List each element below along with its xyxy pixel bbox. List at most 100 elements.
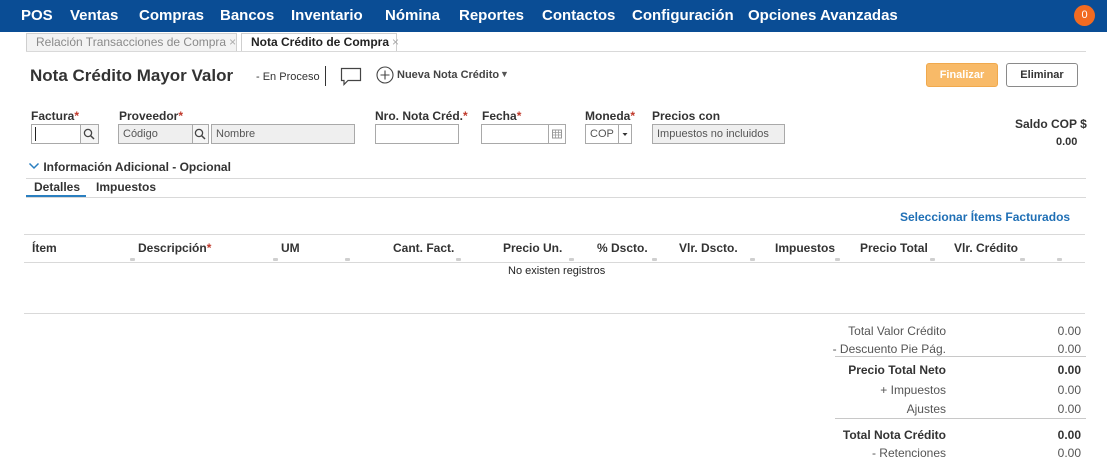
search-icon [83,128,95,140]
column-header-um[interactable]: UM [281,241,300,255]
column-resize-handle[interactable] [130,258,135,261]
proveedor-code-input[interactable]: Código [118,124,193,144]
precio-total-neto-label: Precio Total Neto [848,363,946,377]
retenciones-value: 0.00 [1057,446,1081,460]
comment-icon[interactable] [340,67,362,86]
column-header-vlr-credito[interactable]: Vlr. Crédito [954,241,1018,255]
status-text: - En Proceso [256,71,320,83]
top-nav: POS Ventas Compras Bancos Inventario Nóm… [0,0,1107,32]
divider [24,234,1085,235]
moneda-label: Moneda* [585,109,636,123]
empty-table-message: No existen registros [508,265,606,277]
retenciones-label: - Retenciones [871,446,946,460]
descuento-pie-value: 0.00 [1057,342,1081,356]
ajustes-value: 0.00 [1057,402,1081,416]
column-header-cant-fact[interactable]: Cant. Fact. [393,241,454,255]
precio-total-neto-value: 0.00 [1057,363,1081,377]
impuestos-total-value: 0.00 [1057,383,1081,397]
descuento-pie-label: - Descuento Pie Pág. [832,342,946,356]
nro-nota-input[interactable] [375,124,459,144]
column-resize-handle[interactable] [273,258,278,261]
proveedor-search-button[interactable] [192,124,209,144]
active-tab-indicator [26,195,86,197]
tab-label: Relación Transacciones de Compra [36,35,227,49]
nav-item-pos[interactable]: POS [21,7,53,24]
nav-item-bancos[interactable]: Bancos [220,7,274,24]
info-adicional-toggle[interactable]: Información Adicional - Opcional [28,160,231,174]
column-resize-handle[interactable] [569,258,574,261]
column-header-dscto[interactable]: % Dscto. [597,241,648,255]
text-cursor [35,127,36,141]
search-icon [194,128,206,140]
column-resize-handle[interactable] [652,258,657,261]
new-note-label: Nueva Nota Crédito [397,69,500,81]
total-nota-credito-label: Total Nota Crédito [842,428,946,442]
plus-circle-icon [376,66,394,84]
precios-select[interactable]: Impuestos no incluidos [652,124,785,144]
page-title: Nota Crédito Mayor Valor [30,66,234,85]
fecha-input[interactable] [481,124,549,144]
nav-item-ventas[interactable]: Ventas [70,7,118,24]
moneda-dropdown-button[interactable] [618,124,632,144]
divider [26,197,1086,198]
nav-item-reportes[interactable]: Reportes [459,7,524,24]
tab-label: Nota Crédito de Compra [251,35,390,49]
divider [24,313,1085,314]
column-header-impuestos[interactable]: Impuestos [775,241,835,255]
precios-label: Precios con [652,109,721,123]
divider [24,262,1085,263]
tab-nota-credito[interactable]: Nota Crédito de Compra × [241,33,399,51]
column-header-descripcion[interactable]: Descripción* [138,241,211,255]
column-resize-handle[interactable] [345,258,350,261]
nav-item-configuracion[interactable]: Configuración [632,7,734,24]
column-header-vlr-dscto[interactable]: Vlr. Dscto. [679,241,738,255]
divider [26,178,1086,179]
column-header-precio-total[interactable]: Precio Total [860,241,928,255]
tab-detalles[interactable]: Detalles [34,180,80,194]
column-resize-handle[interactable] [835,258,840,261]
moneda-select[interactable]: COP [585,124,619,144]
column-resize-handle[interactable] [930,258,935,261]
close-icon[interactable]: × [392,35,399,49]
select-billed-items-link[interactable]: Seleccionar Ítems Facturados [900,210,1070,224]
column-header-precio-un[interactable]: Precio Un. [503,241,562,255]
nav-item-contactos[interactable]: Contactos [542,7,615,24]
tab-impuestos[interactable]: Impuestos [96,180,156,194]
column-header-item[interactable]: Ítem [32,241,57,255]
divider [835,418,1086,419]
tab-relacion-transacciones[interactable]: Relación Transacciones de Compra × [26,33,237,51]
proveedor-label: Proveedor* [119,109,184,123]
total-valor-credito-label: Total Valor Crédito [848,324,946,338]
nav-item-opciones-avanzadas[interactable]: Opciones Avanzadas [748,7,898,24]
nav-item-compras[interactable]: Compras [139,7,204,24]
close-icon[interactable]: × [229,35,236,49]
divider [325,66,326,86]
column-resize-handle[interactable] [1057,258,1062,261]
divider [835,356,1086,357]
info-adicional-label: Información Adicional - Opcional [43,160,231,174]
saldo-value: 0.00 [1056,136,1078,148]
column-resize-handle[interactable] [1020,258,1025,261]
chevron-down-icon [622,133,628,136]
ajustes-label: Ajustes [906,402,946,416]
total-nota-credito-value: 0.00 [1057,428,1081,442]
calendar-button[interactable] [548,124,566,144]
delete-button[interactable]: Eliminar [1006,63,1078,87]
finalize-button[interactable]: Finalizar [926,63,998,87]
nav-item-inventario[interactable]: Inventario [291,7,363,24]
factura-input[interactable] [31,124,81,144]
total-valor-credito-value: 0.00 [1057,324,1081,338]
divider [26,51,1086,52]
proveedor-name-input[interactable]: Nombre [211,124,355,144]
factura-search-button[interactable] [80,124,99,144]
impuestos-total-label: + Impuestos [880,383,946,397]
factura-label: Factura* [31,109,80,123]
column-resize-handle[interactable] [456,258,461,261]
saldo-label: Saldo COP $ [1015,117,1087,131]
column-resize-handle[interactable] [750,258,755,261]
chevron-down-icon: ▼ [500,69,509,79]
nro-nota-label: Nro. Nota Créd.* [375,109,468,123]
chevron-down-icon [28,162,40,170]
notification-badge[interactable]: 0 [1074,5,1095,26]
nav-item-nomina[interactable]: Nómina [385,7,440,24]
